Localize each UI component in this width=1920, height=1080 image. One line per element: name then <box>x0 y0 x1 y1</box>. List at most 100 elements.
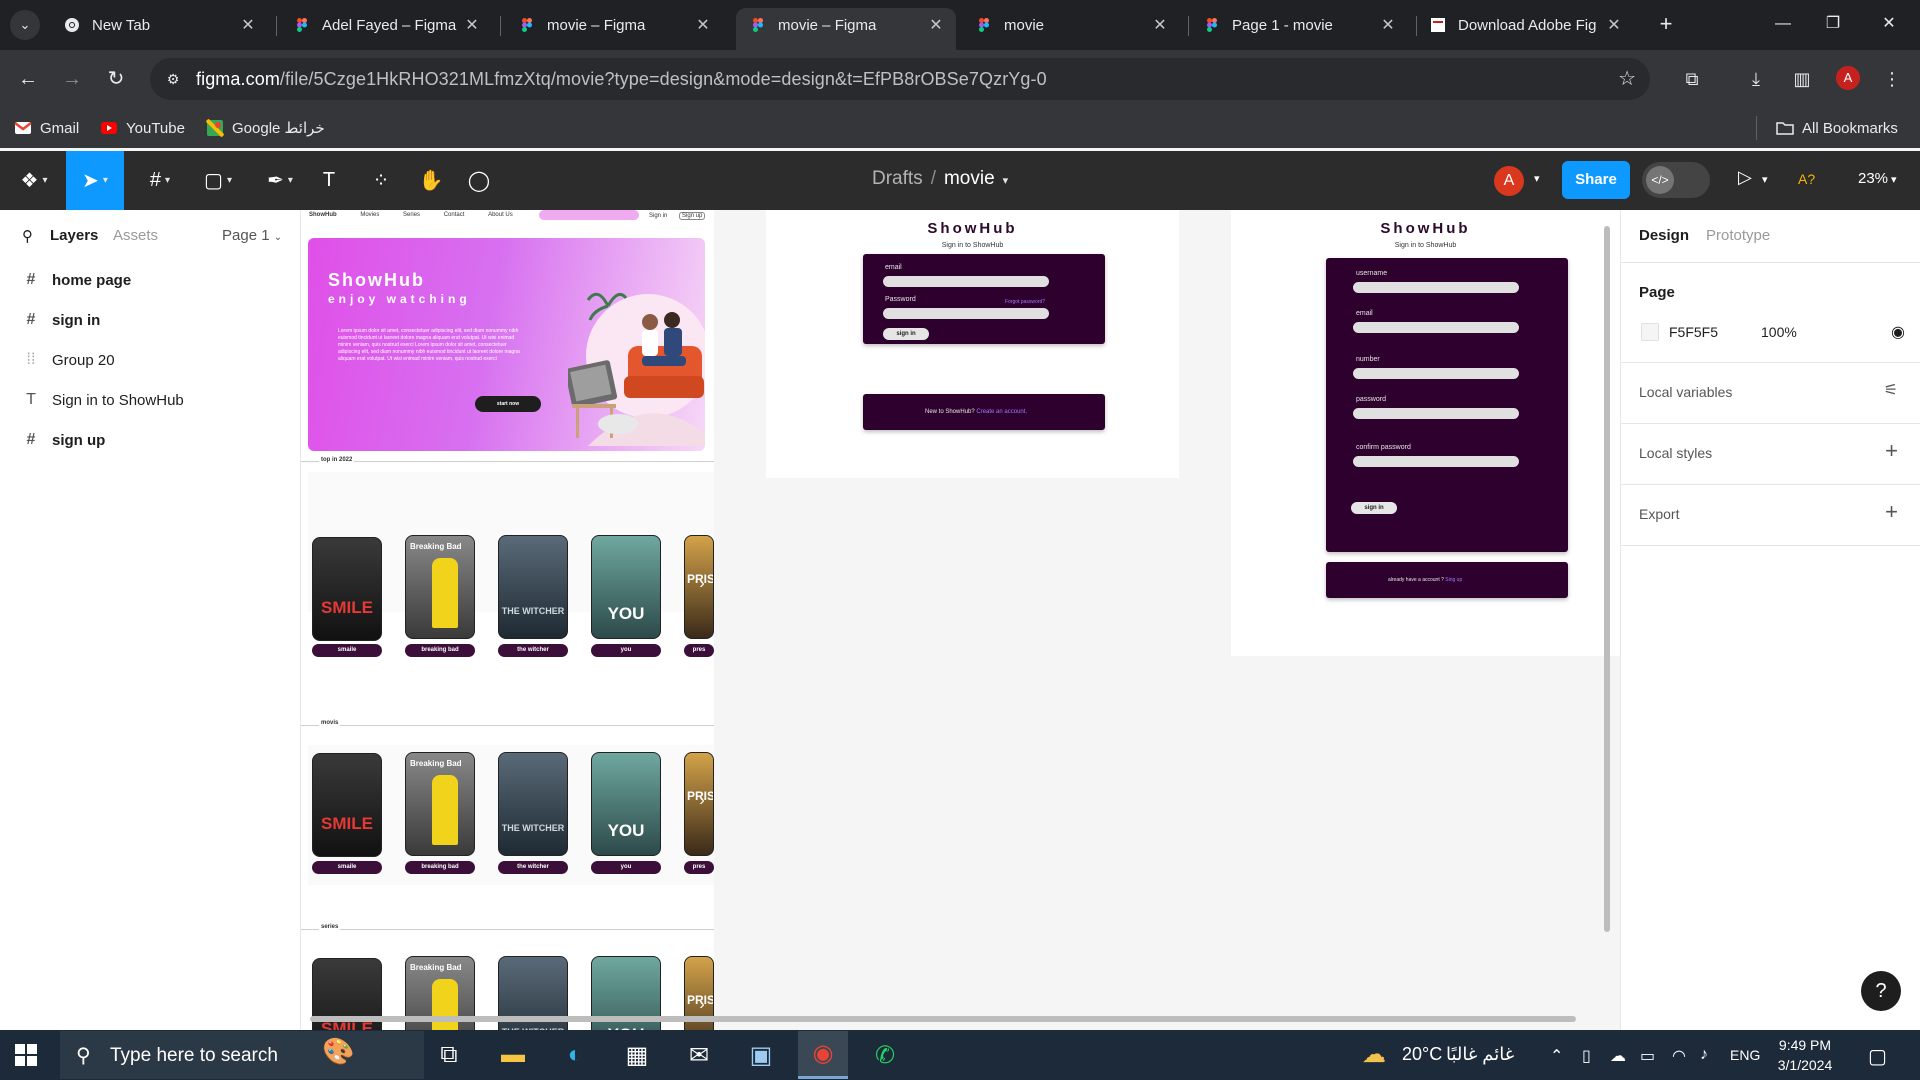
text-tool-button[interactable]: T <box>314 151 344 210</box>
close-icon[interactable]: ✕ <box>1148 15 1172 35</box>
pen-tool-button[interactable]: ✒ ▾ <box>258 151 302 210</box>
language-indicator[interactable]: ENG <box>1730 1047 1760 1063</box>
design-canvas[interactable]: ShowHub Movies Series Contact About Us S… <box>301 210 1620 1030</box>
page-color-hex[interactable]: F5F5F5 <box>1669 324 1718 340</box>
home-page-frame[interactable]: ShowHub Movies Series Contact About Us S… <box>301 210 714 1030</box>
site-info-icon[interactable]: ⚙ <box>160 66 186 92</box>
shape-tool-button[interactable]: ▢ ▾ <box>196 151 240 210</box>
close-icon[interactable]: ✕ <box>691 15 715 35</box>
canvas-vertical-scrollbar[interactable] <box>1604 226 1610 932</box>
onedrive-cloud-icon[interactable]: ☁ <box>1610 1046 1626 1066</box>
variables-sliders-icon[interactable]: ⚟ <box>1884 380 1898 400</box>
browser-tab-new-tab[interactable]: New Tab ✕ <box>50 8 268 42</box>
menu-kebab-icon[interactable]: ⋮ <box>1876 63 1908 95</box>
new-tab-button[interactable]: + <box>1651 10 1681 40</box>
bookmark-star-icon[interactable]: ☆ <box>1618 66 1636 91</box>
extensions-icon[interactable]: ⧉ <box>1676 63 1708 95</box>
edge-browser-icon[interactable]: ◐ <box>550 1031 600 1079</box>
user-avatar[interactable]: A <box>1494 166 1524 196</box>
hand-tool-button[interactable]: ✋ <box>416 151 446 210</box>
browser-tab-movie-figma[interactable]: movie – Figma ✕ <box>505 8 723 42</box>
main-menu-button[interactable]: ❖ ▾ <box>14 151 54 210</box>
page-opacity[interactable]: 100% <box>1761 324 1797 340</box>
zoom-chevron-icon[interactable]: ▾ <box>1891 173 1897 186</box>
browser-tab-movie[interactable]: movie ✕ <box>962 8 1180 42</box>
profile-avatar[interactable]: A <box>1836 66 1860 90</box>
whatsapp-icon[interactable]: ✆ <box>860 1031 910 1079</box>
close-icon[interactable]: ✕ <box>924 15 948 35</box>
bookmark-google-maps[interactable]: Google خرائط <box>206 117 325 139</box>
bookmark-gmail[interactable]: Gmail <box>14 117 79 139</box>
browser-tab-page1-movie[interactable]: Page 1 - movie ✕ <box>1190 8 1408 42</box>
wifi-icon[interactable]: ◠ <box>1672 1046 1686 1066</box>
page-color-swatch[interactable] <box>1641 323 1659 341</box>
remote-desktop-icon[interactable]: ▣ <box>736 1031 786 1079</box>
weather-cloud-sun-icon[interactable]: ☁ <box>1362 1040 1386 1069</box>
close-window-button[interactable]: ✕ <box>1866 8 1912 40</box>
tray-device-icon[interactable]: ▯ <box>1582 1046 1591 1066</box>
download-icon[interactable]: ⤓ <box>1740 63 1772 95</box>
layer-home-page[interactable]: # home page <box>22 268 132 292</box>
file-explorer-icon[interactable]: ▬ <box>488 1031 538 1079</box>
minimize-button[interactable]: — <box>1760 8 1806 40</box>
bookmark-youtube[interactable]: YouTube <box>100 117 185 139</box>
browser-tab-adel-figma[interactable]: Adel Fayed – Figma ✕ <box>280 8 492 42</box>
back-button[interactable]: ← <box>12 63 44 95</box>
help-button[interactable]: ? <box>1861 971 1901 1011</box>
page-selector[interactable]: Page 1 ⌄ <box>222 227 282 244</box>
present-play-icon[interactable]: ▷ <box>1738 167 1752 188</box>
sign-in-frame[interactable]: ShowHub Sign in to ShowHub email Passwor… <box>766 210 1179 478</box>
local-variables-label[interactable]: Local variables <box>1639 384 1732 400</box>
notifications-icon[interactable]: ▢ <box>1868 1044 1887 1069</box>
zoom-level[interactable]: 23% <box>1858 170 1888 187</box>
battery-icon[interactable]: ▭ <box>1640 1046 1655 1066</box>
resources-button[interactable]: ⁘ <box>366 151 396 210</box>
add-style-plus-icon[interactable]: + <box>1885 438 1898 464</box>
eye-visibility-icon[interactable]: ◉ <box>1891 322 1905 342</box>
url-text[interactable]: figma.com/file/5Czge1HkRHO321MLfmzXtq/mo… <box>196 69 1047 90</box>
tab-design[interactable]: Design <box>1639 227 1689 244</box>
windows-start-icon[interactable] <box>14 1043 38 1067</box>
weather-temperature[interactable]: 20°C <box>1402 1044 1442 1065</box>
chevron-down-icon[interactable]: ▾ <box>1003 175 1009 187</box>
volume-speaker-icon[interactable]: ♪ <box>1700 1046 1708 1064</box>
tab-layers[interactable]: Layers <box>50 227 98 244</box>
file-name[interactable]: movie <box>944 168 995 189</box>
add-export-plus-icon[interactable]: + <box>1885 499 1898 525</box>
tab-assets[interactable]: Assets <box>113 227 158 244</box>
reload-button[interactable]: ↻ <box>100 63 132 95</box>
forward-button[interactable]: → <box>56 63 88 95</box>
all-bookmarks-button[interactable]: All Bookmarks <box>1776 117 1898 139</box>
address-bar[interactable]: ⚙ figma.com/file/5Czge1HkRHO321MLfmzXtq/… <box>150 58 1650 100</box>
move-tool-button[interactable]: ➤ ▾ <box>66 151 124 210</box>
layer-sign-in-text[interactable]: T Sign in to ShowHub <box>22 388 184 412</box>
sign-up-frame[interactable]: ShowHub Sign in to ShowHub username emai… <box>1231 210 1620 656</box>
task-view-icon[interactable]: ⧉ <box>424 1031 474 1079</box>
frame-tool-button[interactable]: # ▾ <box>138 151 182 210</box>
comment-tool-button[interactable]: ◯ <box>464 151 494 210</box>
search-icon[interactable]: ⚲ <box>22 227 33 245</box>
mail-icon[interactable]: ✉ <box>674 1031 724 1079</box>
dev-mode-toggle[interactable]: </> <box>1642 162 1710 198</box>
close-icon[interactable]: ✕ <box>460 15 484 35</box>
layer-group-20[interactable]: ⁞⁞ Group 20 <box>22 348 115 372</box>
ai-assist-button[interactable]: A? <box>1798 171 1815 187</box>
close-icon[interactable]: ✕ <box>236 15 260 35</box>
side-panel-icon[interactable]: ▥ <box>1786 63 1818 95</box>
tab-search-button[interactable]: ⌄ <box>10 10 40 40</box>
layer-sign-in[interactable]: # sign in <box>22 308 101 332</box>
layer-sign-up[interactable]: # sign up <box>22 428 106 452</box>
weather-condition[interactable]: غائم غالبًا <box>1446 1044 1514 1065</box>
tray-chevron-up-icon[interactable]: ⌃ <box>1550 1046 1563 1066</box>
taskbar-clock[interactable]: 9:49 PM 3/1/2024 <box>1760 1035 1850 1075</box>
chrome-taskbar-icon[interactable]: ◉ <box>798 1031 848 1079</box>
microsoft-store-icon[interactable]: ▦ <box>612 1031 662 1079</box>
close-icon[interactable]: ✕ <box>1602 15 1626 35</box>
avatar-menu-chevron-icon[interactable]: ▾ <box>1534 172 1540 185</box>
breadcrumb-drafts[interactable]: Drafts <box>872 168 923 189</box>
present-chevron-icon[interactable]: ▾ <box>1762 173 1768 186</box>
canvas-horizontal-scrollbar[interactable] <box>310 1016 1576 1022</box>
close-icon[interactable]: ✕ <box>1376 15 1400 35</box>
tab-prototype[interactable]: Prototype <box>1706 227 1770 244</box>
taskbar-search-box[interactable]: ⚲ Type here to search 🎨 <box>60 1031 424 1079</box>
